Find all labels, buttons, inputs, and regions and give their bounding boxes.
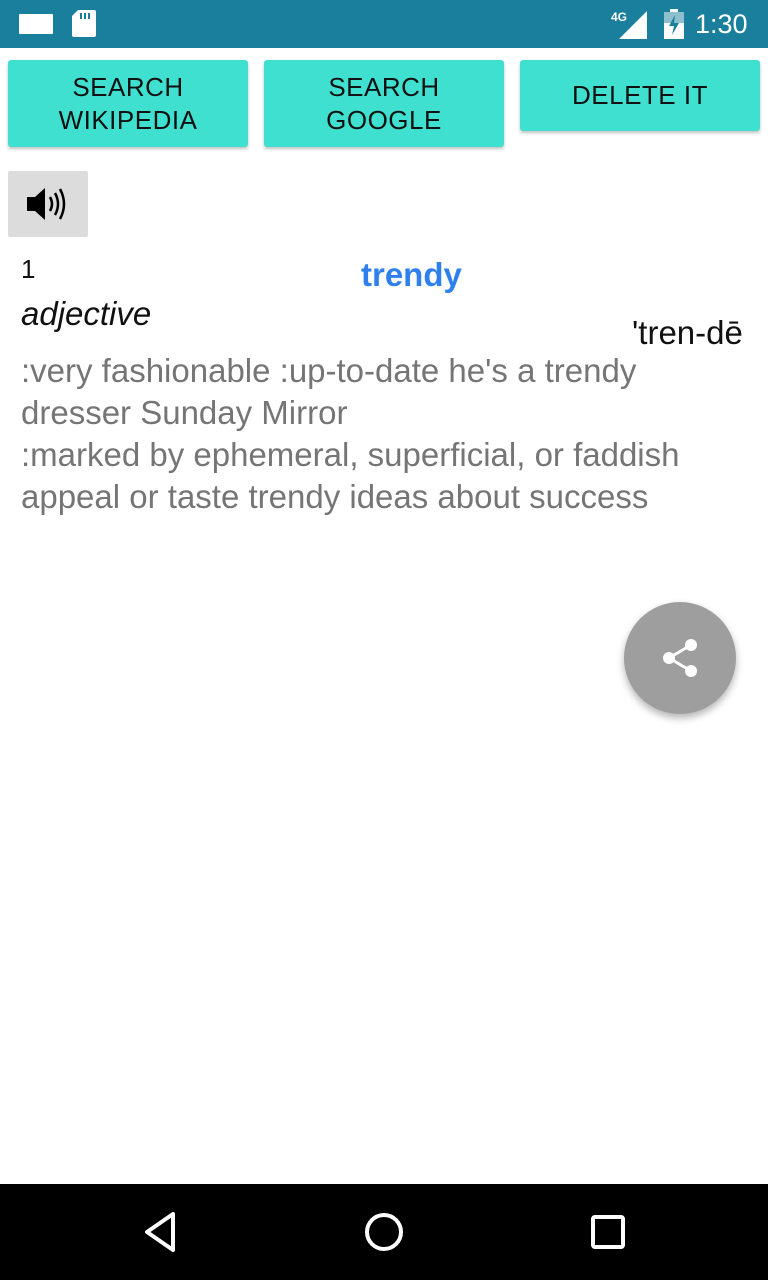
status-bar: 4G 1:30 bbox=[0, 0, 768, 48]
share-icon bbox=[663, 639, 697, 677]
navigation-bar bbox=[0, 1184, 768, 1280]
headword: trendy bbox=[361, 256, 462, 293]
home-button[interactable] bbox=[360, 1208, 408, 1256]
signal-4g-icon: 4G bbox=[611, 10, 647, 39]
search-google-button[interactable]: SEARCH GOOGLE bbox=[264, 60, 504, 147]
delete-button[interactable]: DELETE IT bbox=[520, 60, 760, 131]
battery-charging-icon bbox=[664, 9, 684, 39]
recents-icon bbox=[591, 1215, 625, 1249]
recents-button[interactable] bbox=[584, 1208, 632, 1256]
definition-item: :marked by ephemeral, superficial, or fa… bbox=[21, 436, 680, 515]
mail-icon bbox=[19, 14, 53, 34]
svg-text:4G: 4G bbox=[611, 10, 627, 24]
back-icon bbox=[145, 1212, 175, 1252]
pronounce-button[interactable] bbox=[8, 171, 88, 237]
home-icon bbox=[365, 1213, 403, 1251]
sd-card-icon bbox=[72, 10, 96, 37]
screen: 4G 1:30 SEARCH WIKIPEDIA SEARCH GOOGLE D… bbox=[0, 0, 768, 1280]
status-time: 1:30 bbox=[695, 9, 748, 39]
search-google-label: SEARCH GOOGLE bbox=[326, 71, 442, 135]
part-of-speech: adjective bbox=[21, 295, 152, 332]
search-wikipedia-button[interactable]: SEARCH WIKIPEDIA bbox=[8, 60, 248, 147]
delete-label: DELETE IT bbox=[572, 80, 708, 110]
share-button[interactable] bbox=[624, 602, 736, 714]
definitions: :very fashionable :up-to-date he's a tre… bbox=[21, 350, 751, 518]
pronunciation: 'tren-dē bbox=[632, 314, 743, 351]
definition-item: :very fashionable :up-to-date he's a tre… bbox=[21, 352, 637, 431]
back-button[interactable] bbox=[136, 1208, 184, 1256]
sense-number: 1 bbox=[21, 254, 36, 284]
speaker-icon bbox=[27, 188, 66, 220]
search-wikipedia-label: SEARCH WIKIPEDIA bbox=[58, 71, 198, 135]
